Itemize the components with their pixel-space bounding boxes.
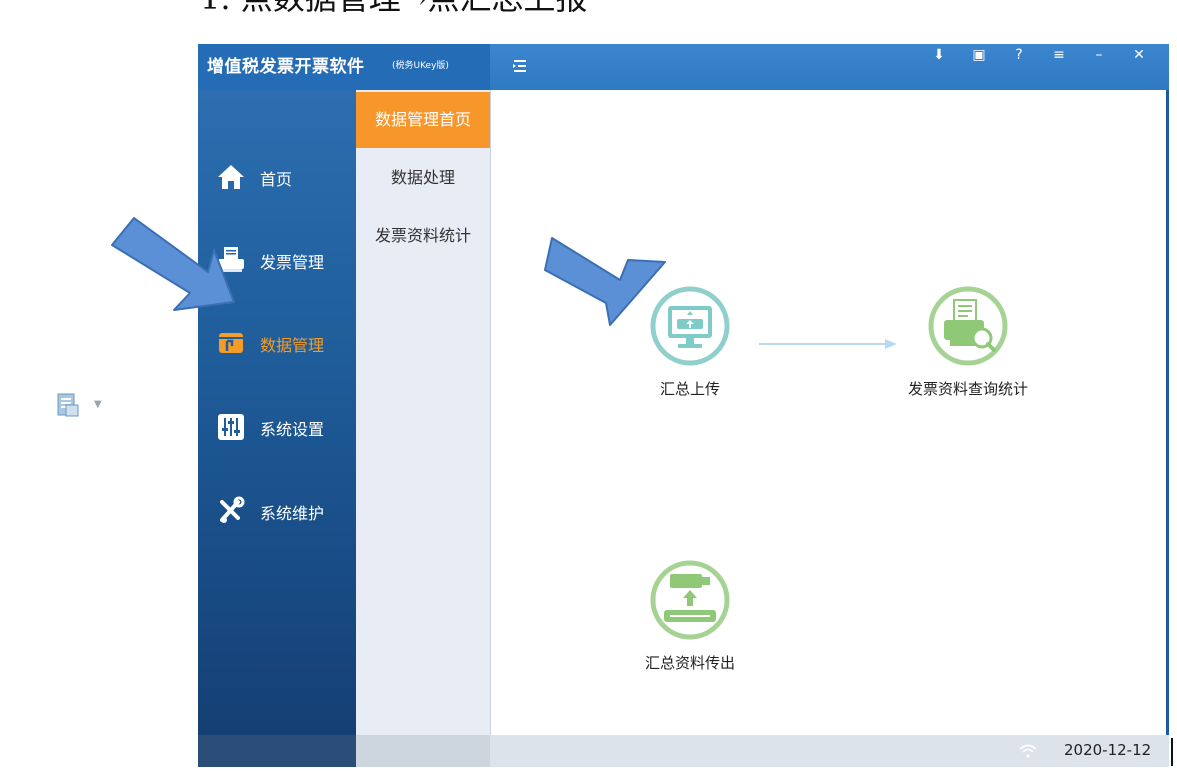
summary-export-label: 汇总资料传出 bbox=[644, 654, 735, 672]
sub-navigation: 数据管理首页 数据处理 发票资料统计 bbox=[356, 90, 490, 735]
summary-export-icon bbox=[650, 560, 730, 640]
subnav-item-data-processing[interactable]: 数据处理 bbox=[356, 150, 490, 206]
paste-options-icon[interactable] bbox=[55, 392, 81, 418]
flow-arrow-icon bbox=[759, 339, 897, 349]
sliders-icon bbox=[218, 414, 244, 440]
status-date: 2020-12-12 bbox=[1064, 741, 1152, 759]
document-heading: 1. 点数据管理→点汇总上报 bbox=[200, 0, 588, 18]
collapse-menu-icon[interactable] bbox=[510, 56, 530, 76]
network-icon bbox=[1019, 744, 1037, 758]
home-icon bbox=[218, 165, 244, 189]
app-window: 增值税发票开票软件 (税务UKey版) ⬇ ▣ ? ≡ – ✕ 首页 发票管理 … bbox=[198, 44, 1169, 767]
minimize-icon[interactable]: – bbox=[1079, 44, 1119, 66]
bookmark-icon[interactable]: ▣ bbox=[959, 44, 999, 66]
sidebar-item-label: 系统设置 bbox=[260, 420, 325, 439]
data-management-icon bbox=[219, 333, 243, 353]
summary-upload-label: 汇总上传 bbox=[659, 380, 720, 398]
status-bar-left bbox=[198, 735, 356, 767]
sidebar: 首页 发票管理 数据管理 系统设置 系统维护 bbox=[198, 90, 356, 735]
invoice-query-statistics-label: 发票资料查询统计 bbox=[907, 380, 1028, 398]
sidebar-item-label: 系统维护 bbox=[260, 504, 325, 523]
text-cursor bbox=[1171, 738, 1173, 766]
main-content: 汇总上传 发票资料查询统计 汇总资料传出 bbox=[490, 90, 1166, 735]
sidebar-item-system-settings[interactable]: 系统设置 bbox=[198, 402, 356, 452]
menu-icon[interactable]: ≡ bbox=[1039, 44, 1079, 66]
invoice-query-statistics-button[interactable]: 发票资料查询统计 bbox=[893, 286, 1043, 399]
app-subtitle: (税务UKey版) bbox=[392, 61, 449, 71]
close-icon[interactable]: ✕ bbox=[1119, 44, 1159, 66]
sidebar-item-system-maintenance[interactable]: 系统维护 bbox=[198, 486, 356, 536]
tools-icon bbox=[220, 496, 245, 523]
subnav-item-invoice-statistics[interactable]: 发票资料统计 bbox=[356, 208, 490, 264]
invoice-query-icon bbox=[928, 286, 1008, 366]
window-controls: ⬇ ▣ ? ≡ – ✕ bbox=[919, 44, 1159, 66]
sidebar-item-label: 数据管理 bbox=[260, 336, 325, 355]
sidebar-item-home[interactable]: 首页 bbox=[198, 152, 356, 202]
sidebar-item-label: 发票管理 bbox=[260, 253, 325, 272]
title-bar: 增值税发票开票软件 (税务UKey版) ⬇ ▣ ? ≡ – ✕ bbox=[198, 44, 1169, 90]
app-title: 增值税发票开票软件 bbox=[207, 57, 365, 77]
sidebar-item-data-management[interactable]: 数据管理 bbox=[198, 318, 356, 368]
sidebar-item-label: 首页 bbox=[260, 170, 293, 189]
app-brand: 增值税发票开票软件 (税务UKey版) bbox=[198, 44, 490, 90]
summary-export-button[interactable]: 汇总资料传出 bbox=[629, 560, 751, 673]
subnav-item-data-home[interactable]: 数据管理首页 bbox=[356, 92, 490, 148]
paste-options-caret-icon[interactable]: ▼ bbox=[94, 399, 102, 410]
download-icon[interactable]: ⬇ bbox=[919, 44, 959, 66]
callout-arrow-icon bbox=[544, 237, 666, 326]
help-icon[interactable]: ? bbox=[999, 44, 1039, 66]
status-bar-middle bbox=[356, 735, 490, 767]
callout-arrow-icon bbox=[111, 217, 235, 311]
status-bar: 2020-12-12 bbox=[198, 735, 1169, 767]
